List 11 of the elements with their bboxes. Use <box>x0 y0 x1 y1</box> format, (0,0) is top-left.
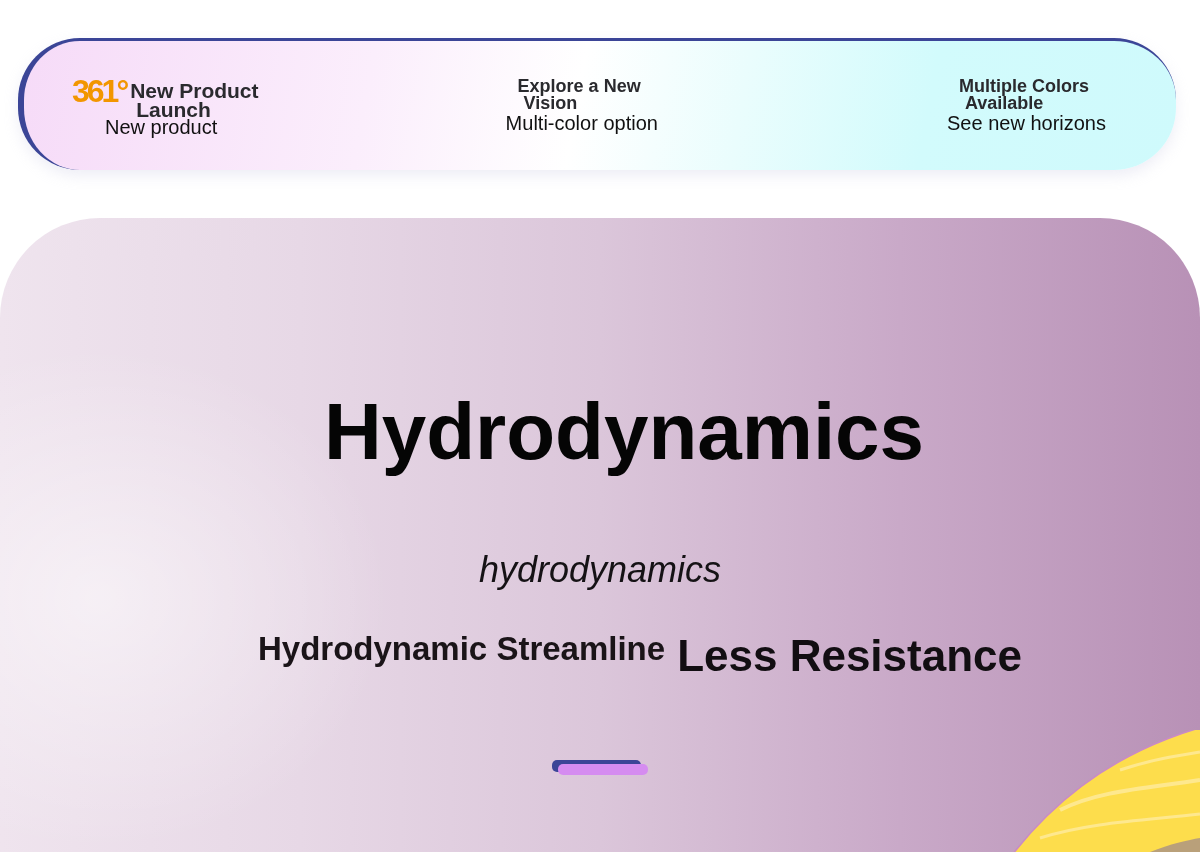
feature-text: Less Resistance <box>677 634 1022 678</box>
banner-title: Explore a New Vision <box>517 78 642 112</box>
banner-subtitle: See new horizons <box>947 113 1107 133</box>
banner-subtitle: New product <box>105 116 219 137</box>
banner-title: Multiple Colors Available <box>959 78 1090 112</box>
feature-text: Hydrodynamic Streamline <box>258 632 666 665</box>
brand-logo: 361° <box>72 74 127 107</box>
banner-title: New Product Launch <box>130 80 260 119</box>
banner-subtitle: Multi-color option <box>505 113 659 133</box>
hero-subtitle: hydrodynamics <box>478 552 722 588</box>
bar-indicator-icon <box>552 760 648 776</box>
